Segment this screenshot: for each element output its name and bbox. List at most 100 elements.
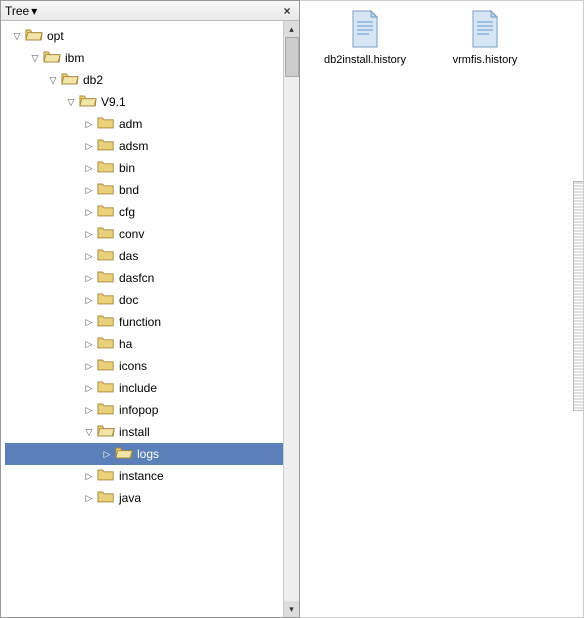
tree-node-label: V9.1 [101,95,126,109]
tree-node-das[interactable]: ▷ das [5,245,283,267]
folder-closed-icon [97,335,119,353]
tree-header: Tree ▾ × [1,1,299,21]
tree-node-ha[interactable]: ▷ ha [5,333,283,355]
tree-node-ibm[interactable]: ▽ ibm [5,47,283,69]
folder-closed-icon [97,401,119,419]
expand-toggle-closed-icon[interactable]: ▷ [83,163,95,174]
tree-node-db2[interactable]: ▽ db2 [5,69,283,91]
expand-toggle-closed-icon[interactable]: ▷ [83,141,95,152]
tree-node-label: instance [119,469,164,483]
expand-toggle-closed-icon[interactable]: ▷ [83,339,95,350]
tree-title-text: Tree [5,4,29,18]
folder-open-icon [97,423,119,441]
expand-toggle-open-icon[interactable]: ▽ [65,97,77,108]
expand-toggle-open-icon[interactable]: ▽ [47,75,59,86]
tree-node-label: opt [47,29,64,43]
folder-closed-icon [97,291,119,309]
tree-node-label: install [119,425,150,439]
file-label: vrmfis.history [453,54,518,66]
folder-open-icon [25,27,47,45]
expand-toggle-closed-icon[interactable]: ▷ [83,361,95,372]
folder-open-icon [79,93,101,111]
tree-node-infopop[interactable]: ▷ infopop [5,399,283,421]
tree-node-include[interactable]: ▷ include [5,377,283,399]
tree-node-label: logs [137,447,159,461]
folder-closed-icon [97,159,119,177]
tree-node-adsm[interactable]: ▷ adsm [5,135,283,157]
folder-open-icon [115,445,137,463]
tree-node-label: doc [119,293,138,307]
tree-title-dropdown[interactable]: Tree ▾ [5,4,279,18]
tree-node-label: function [119,315,161,329]
folder-closed-icon [97,357,119,375]
expand-toggle-closed-icon[interactable]: ▷ [83,207,95,218]
tree-node-function[interactable]: ▷ function [5,311,283,333]
expand-toggle-closed-icon[interactable]: ▷ [83,405,95,416]
expand-toggle-closed-icon[interactable]: ▷ [83,317,95,328]
file-icon [349,9,381,54]
tree-node-label: infopop [119,403,158,417]
folder-closed-icon [97,247,119,265]
close-icon: × [283,4,290,18]
tree-node-bnd[interactable]: ▷ bnd [5,179,283,201]
tree-node-label: db2 [83,73,103,87]
tree-node-cfg[interactable]: ▷ cfg [5,201,283,223]
tree-node-label: ha [119,337,132,351]
tree-node-install[interactable]: ▽ install [5,421,283,443]
file-icon [469,9,501,54]
tree-panel: Tree ▾ × ▽ opt▽ ibm▽ db2▽ V9.1▷ adm▷ ads… [0,0,300,618]
folder-closed-icon [97,225,119,243]
tree-node-V9-1[interactable]: ▽ V9.1 [5,91,283,113]
expand-toggle-closed-icon[interactable]: ▷ [83,295,95,306]
folder-closed-icon [97,379,119,397]
scroll-thumb[interactable] [285,37,299,77]
tree-node-label: cfg [119,205,135,219]
expand-toggle-closed-icon[interactable]: ▷ [101,449,113,460]
tree-node-opt[interactable]: ▽ opt [5,25,283,47]
scroll-down-button[interactable]: ▾ [284,601,299,617]
tree-node-label: include [119,381,157,395]
expand-toggle-closed-icon[interactable]: ▷ [83,119,95,130]
tree-node-label: bin [119,161,135,175]
tree-node-dasfcn[interactable]: ▷ dasfcn [5,267,283,289]
tree-node-label: icons [119,359,147,373]
tree-node-adm[interactable]: ▷ adm [5,113,283,135]
tree-node-instance[interactable]: ▷ instance [5,465,283,487]
folder-closed-icon [97,489,119,507]
expand-toggle-closed-icon[interactable]: ▷ [83,273,95,284]
file-item-vrmfis-history[interactable]: vrmfis.history [440,9,530,66]
tree-node-java[interactable]: ▷ java [5,487,283,509]
expand-toggle-closed-icon[interactable]: ▷ [83,383,95,394]
tree-node-bin[interactable]: ▷ bin [5,157,283,179]
tree-node-conv[interactable]: ▷ conv [5,223,283,245]
tree-scrollbar[interactable]: ▴ ▾ [283,21,299,617]
file-item-db2install-history[interactable]: db2install.history [320,9,410,66]
dropdown-icon: ▾ [31,4,37,18]
folder-open-icon [61,71,83,89]
expand-toggle-closed-icon[interactable]: ▷ [83,471,95,482]
scroll-up-button[interactable]: ▴ [284,21,299,37]
panel-grip[interactable] [573,181,583,411]
folder-open-icon [43,49,65,67]
tree-content: ▽ opt▽ ibm▽ db2▽ V9.1▷ adm▷ adsm▷ bin▷ b… [1,21,283,513]
file-label: db2install.history [324,54,406,66]
tree-node-icons[interactable]: ▷ icons [5,355,283,377]
expand-toggle-open-icon[interactable]: ▽ [11,31,23,42]
tree-node-label: dasfcn [119,271,154,285]
expand-toggle-open-icon[interactable]: ▽ [83,427,95,438]
expand-toggle-open-icon[interactable]: ▽ [29,53,41,64]
tree-node-label: das [119,249,138,263]
expand-toggle-closed-icon[interactable]: ▷ [83,185,95,196]
tree-node-label: java [119,491,141,505]
expand-toggle-closed-icon[interactable]: ▷ [83,229,95,240]
expand-toggle-closed-icon[interactable]: ▷ [83,493,95,504]
content-panel: db2install.history vrmfis.history [300,0,584,618]
expand-toggle-closed-icon[interactable]: ▷ [83,251,95,262]
tree-node-logs[interactable]: ▷ logs [5,443,283,465]
tree-node-doc[interactable]: ▷ doc [5,289,283,311]
folder-closed-icon [97,269,119,287]
close-button[interactable]: × [279,4,295,18]
tree-node-label: conv [119,227,144,241]
tree-body: ▽ opt▽ ibm▽ db2▽ V9.1▷ adm▷ adsm▷ bin▷ b… [1,21,299,617]
folder-closed-icon [97,313,119,331]
